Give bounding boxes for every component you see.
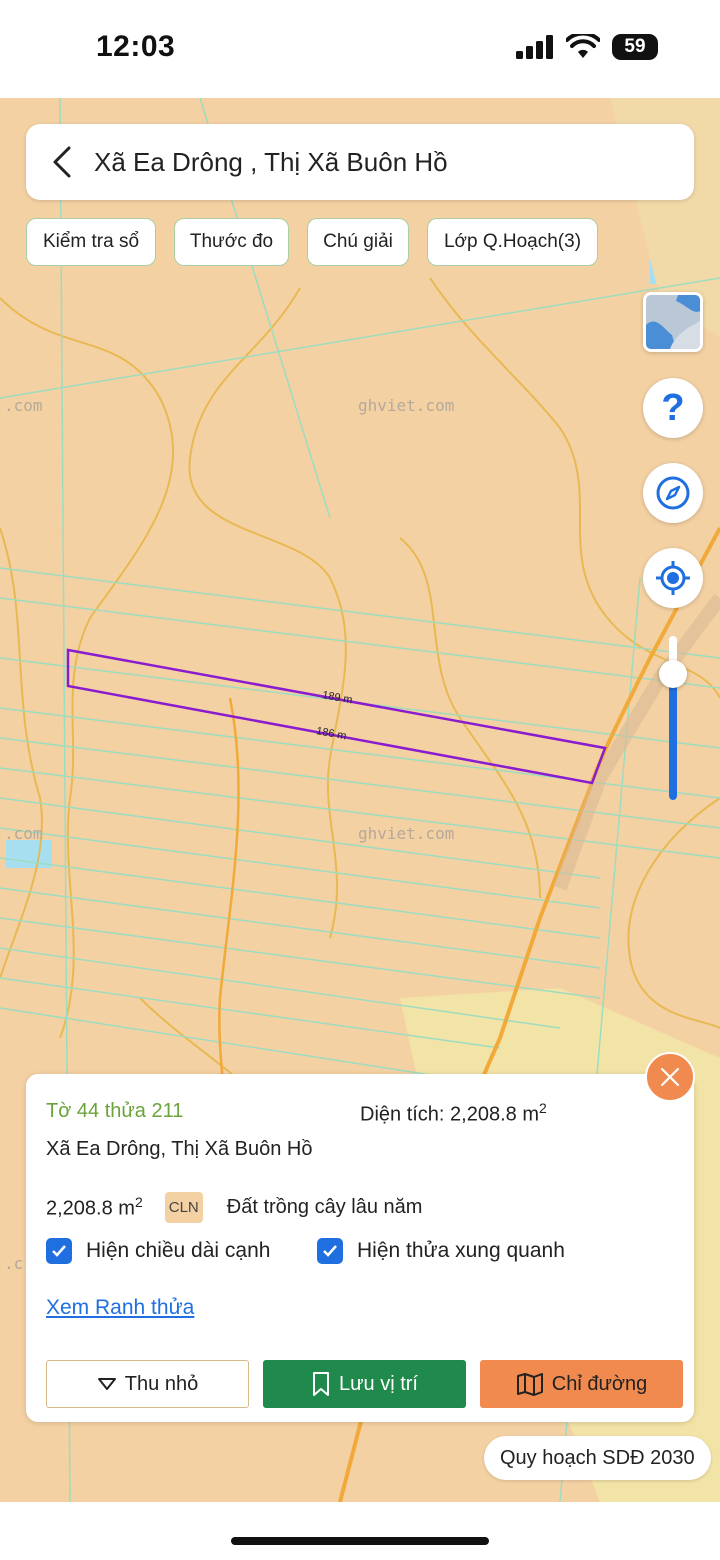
edge-label-bottom: 186 m (315, 725, 347, 742)
help-button[interactable]: ? (643, 378, 703, 438)
watermark: .c (4, 1254, 24, 1273)
directions-label: Chỉ đường (551, 1372, 648, 1395)
ruler-chip[interactable]: Thước đo (174, 218, 289, 266)
battery-indicator: 59 (612, 34, 658, 60)
show-neighbors-label: Hiện thửa xung quanh (357, 1239, 565, 1262)
show-neighbors-option[interactable]: Hiện thửa xung quanh (317, 1238, 565, 1264)
legend-chip[interactable]: Chú giải (307, 218, 409, 266)
minimize-button[interactable]: Thu nhỏ (46, 1360, 249, 1408)
show-neighbors-checkbox[interactable] (317, 1238, 343, 1264)
show-edge-length-option[interactable]: Hiện chiều dài cạnh (46, 1238, 270, 1264)
home-bar-area (0, 1502, 720, 1560)
status-icons: 59 (516, 34, 658, 60)
edge-label-top: 189 m (321, 689, 353, 706)
parcel-location: Xã Ea Drông, Thị Xã Buôn Hồ (46, 1138, 313, 1160)
checkmark-icon (52, 1245, 66, 1257)
checkmark-icon (323, 1245, 337, 1257)
watermark: .com (4, 824, 43, 843)
area-value: 2,208.8 m2 (46, 1194, 143, 1221)
area-value-sup: 2 (134, 1194, 143, 1211)
help-icon: ? (661, 386, 685, 429)
header-bar: Xã Ea Drông , Thị Xã Buôn Hồ (26, 124, 694, 200)
status-bar: 12:03 59 (0, 0, 720, 98)
area-label-text: Diện tích: 2,208.8 m (360, 1103, 539, 1126)
locate-button[interactable] (643, 548, 703, 608)
action-buttons: Thu nhỏ Lưu vị trí Chỉ đường (46, 1360, 683, 1408)
land-type: Đất trồng cây lâu năm (226, 1196, 423, 1218)
location-title: Xã Ea Drông , Thị Xã Buôn Hồ (94, 146, 448, 177)
compass-button[interactable] (643, 463, 703, 523)
parcel-id: Tờ 44 thửa 211 (46, 1100, 184, 1122)
map-layer-button[interactable] (643, 292, 703, 352)
planning-layer-label[interactable]: Quy hoạch SDĐ 2030 (484, 1436, 711, 1480)
minimize-label: Thu nhỏ (124, 1372, 199, 1395)
directions-button[interactable]: Chỉ đường (480, 1360, 683, 1408)
zoom-slider-thumb[interactable] (659, 660, 687, 688)
home-indicator[interactable] (231, 1537, 489, 1545)
watermark: .com (4, 396, 43, 415)
view-boundary-link[interactable]: Xem Ranh thửa (46, 1296, 194, 1320)
chevron-left-icon (53, 146, 71, 178)
map-icon (516, 1373, 543, 1396)
area-label: Diện tích: 2,208.8 m2 (360, 1100, 547, 1127)
parcel-info-panel: Tờ 44 thửa 211 Diện tích: 2,208.8 m2 Xã … (26, 1074, 694, 1422)
watermark: ghviet.com (358, 396, 455, 415)
locate-icon (656, 561, 690, 595)
check-book-chip[interactable]: Kiểm tra sổ (26, 218, 156, 266)
status-time: 12:03 (96, 30, 176, 63)
bookmark-icon (313, 1372, 330, 1396)
back-button[interactable] (30, 124, 94, 200)
wifi-icon (566, 34, 600, 58)
area-value-text: 2,208.8 m (46, 1197, 135, 1220)
show-edge-length-label: Hiện chiều dài cạnh (86, 1239, 271, 1262)
map-layer-icon (646, 295, 700, 349)
watermark: ghviet.com (358, 824, 455, 843)
land-code-badge: CLN (164, 1192, 203, 1223)
zoom-slider-fill (669, 676, 677, 800)
tool-chips: Kiểm tra sổ Thước đo Chú giải Lớp Q.Hoạc… (26, 218, 598, 266)
triangle-down-icon (97, 1378, 116, 1390)
show-edge-length-checkbox[interactable] (46, 1238, 72, 1264)
area-label-sup: 2 (538, 1100, 547, 1116)
save-location-button[interactable]: Lưu vị trí (263, 1360, 466, 1408)
close-panel-button[interactable] (645, 1052, 695, 1102)
close-icon (660, 1067, 680, 1087)
save-location-label: Lưu vị trí (339, 1372, 418, 1395)
compass-icon (656, 476, 690, 510)
planning-layer-chip[interactable]: Lớp Q.Hoạch(3) (427, 218, 598, 266)
signal-icon (516, 35, 553, 59)
land-use-row: 2,208.8 m2 CLN Đất trồng cây lâu năm (46, 1192, 422, 1223)
